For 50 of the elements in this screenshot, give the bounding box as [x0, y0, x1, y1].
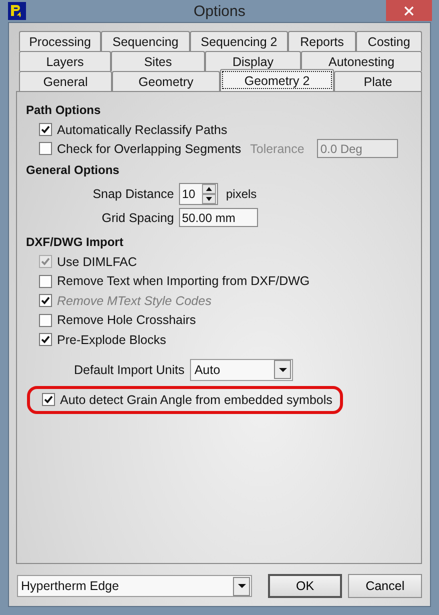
checkbox-label: Pre-Explode Blocks — [57, 332, 166, 347]
checkbox-label: Remove Hole Crosshairs — [57, 313, 196, 328]
close-icon — [404, 6, 414, 16]
checkbox[interactable] — [39, 314, 52, 327]
checkbox-label: Auto detect Grain Angle from embedded symbols — [60, 392, 332, 406]
checkbox[interactable] — [39, 123, 52, 136]
section-heading: DXF/DWG Import — [26, 235, 124, 249]
tab[interactable]: Costing — [356, 31, 422, 51]
checkbox-label: Automatically Reclassify Paths — [57, 122, 228, 136]
profile-dropdown[interactable]: Hypertherm Edge — [17, 575, 252, 597]
checkbox[interactable] — [42, 393, 55, 406]
tab[interactable]: Display — [205, 51, 301, 71]
field-label: Grid Spacing — [100, 210, 174, 224]
checkbox[interactable] — [39, 294, 52, 308]
section-heading: Path Options — [26, 103, 102, 117]
tab[interactable]: General — [19, 71, 112, 91]
tolerance-label: Tolerance — [250, 142, 304, 156]
unit-label: pixels — [226, 187, 257, 201]
tab[interactable]: Processing — [19, 31, 101, 51]
units-dropdown[interactable]: Auto — [190, 358, 294, 380]
tab[interactable]: Geometry — [112, 71, 220, 91]
tab[interactable]: Geometry 2 — [220, 69, 334, 91]
tab[interactable]: Sequencing — [101, 31, 190, 51]
checkbox[interactable] — [39, 142, 52, 155]
tab[interactable]: Sites — [111, 51, 205, 71]
dialog-button[interactable]: Cancel — [348, 574, 422, 598]
checkbox-label: Remove Text when Importing from DXF/DWG — [57, 274, 310, 288]
dropdown-arrow-icon — [278, 368, 287, 372]
grid-spacing-field[interactable]: 50.00 mm — [179, 208, 258, 227]
checkbox[interactable] — [39, 333, 52, 346]
tab[interactable]: Plate — [334, 71, 422, 91]
checkbox-label: Remove MText Style Codes — [57, 294, 212, 308]
tolerance-field[interactable]: 0.0 Deg — [317, 139, 398, 158]
tab[interactable]: Sequencing 2 — [190, 31, 288, 51]
checkbox[interactable] — [39, 274, 52, 288]
field-label: Snap Distance — [92, 187, 174, 201]
window-title: Options — [192, 2, 246, 20]
app-logo-icon — [8, 2, 26, 20]
close-button[interactable] — [386, 0, 432, 21]
tab[interactable]: Autonesting — [301, 51, 422, 71]
spin-field[interactable]: 10 — [179, 183, 218, 205]
dialog-button[interactable]: OK — [268, 574, 342, 598]
tab[interactable]: Reports — [288, 31, 356, 51]
section-heading: General Options — [26, 163, 120, 177]
spin-arrows-icon — [202, 184, 216, 204]
tab[interactable]: Layers — [19, 51, 111, 71]
field-label: Default Import Units — [74, 362, 184, 376]
dropdown-arrow-icon — [238, 584, 246, 588]
checkbox-label: Use DIMLFAC — [57, 254, 137, 269]
checkbox-label: Check for Overlapping Segments — [57, 142, 242, 156]
